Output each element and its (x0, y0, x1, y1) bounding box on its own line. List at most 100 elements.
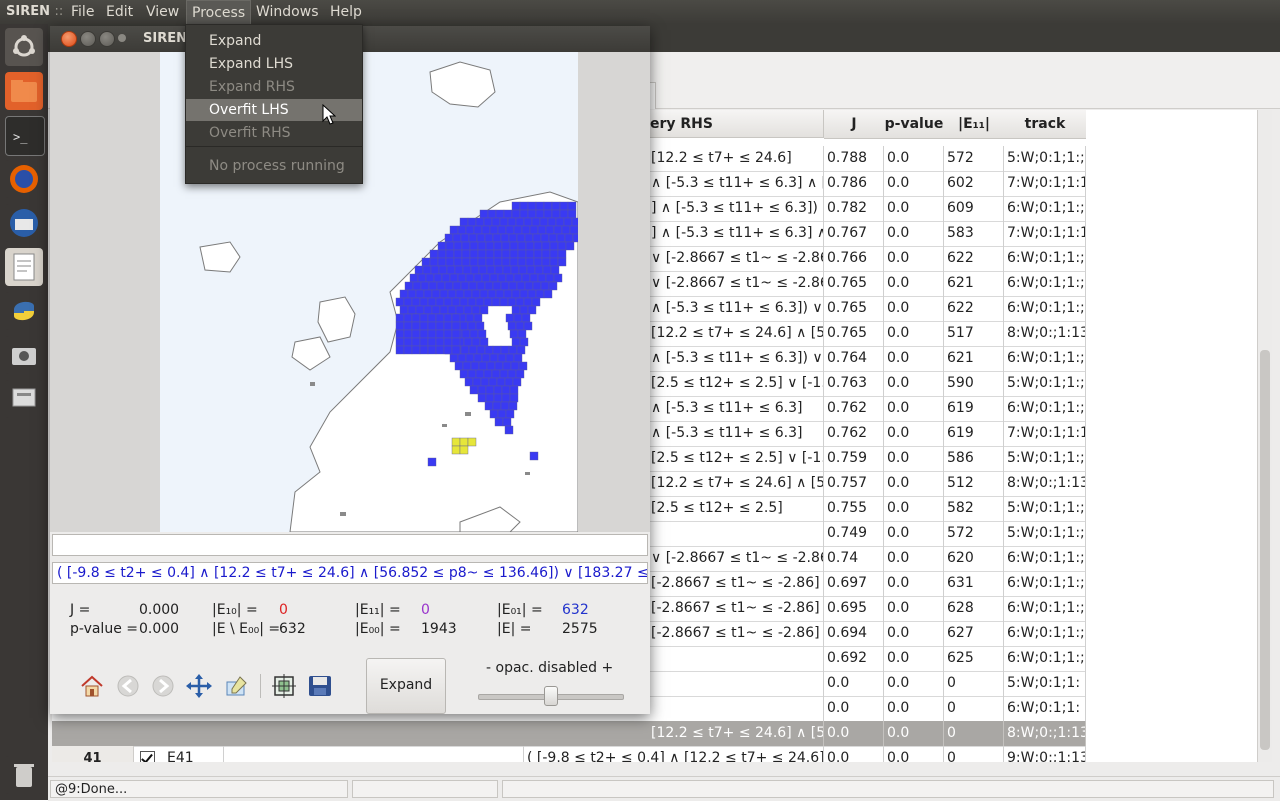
row-j: 0.749 (824, 521, 884, 546)
table-row[interactable]: [12.2 ≤ t7+ ≤ 24.6] ∧ [56 0.0 0.0 0 8:W;0:;1… (52, 721, 1086, 747)
dash-icon[interactable] (5, 28, 43, 66)
text-editor-icon[interactable] (5, 248, 43, 286)
menu-process[interactable]: Process (186, 0, 252, 24)
map-cell (491, 217, 501, 227)
row-query-rhs: ] ∧ [-5.3 ≤ t11+ ≤ 6.3]) ∨ [ (648, 196, 824, 221)
row-pvalue: 0.0 (884, 271, 944, 296)
row-enabled-checkbox[interactable] (140, 751, 155, 762)
map-cell (503, 289, 513, 299)
row-query-rhs: [-2.8667 ≤ t1~ ≤ -2.86] ∨ (648, 596, 824, 621)
row-e11: 590 (944, 371, 1004, 396)
pan-icon[interactable] (185, 674, 213, 698)
terminal-icon[interactable]: >_ (5, 116, 45, 156)
menu-windows[interactable]: Windows (251, 0, 324, 24)
subplots-icon[interactable] (270, 674, 298, 698)
map-cell (452, 233, 462, 243)
menu-file[interactable]: File (66, 0, 99, 24)
forward-icon[interactable] (149, 674, 177, 698)
map-cell (411, 329, 421, 339)
home-icon[interactable] (78, 674, 106, 698)
map-cell (451, 337, 461, 347)
map-cell (491, 369, 501, 379)
files-icon[interactable] (5, 72, 43, 110)
map-cell (509, 249, 519, 259)
map-cell (395, 313, 405, 323)
map-cell (454, 361, 464, 371)
trash-icon[interactable] (5, 756, 43, 794)
row-pvalue: 0.0 (884, 621, 944, 646)
query-input[interactable] (52, 534, 648, 556)
window-menu-icon[interactable] (118, 34, 126, 42)
python-icon[interactable] (5, 292, 43, 330)
maximize-icon[interactable] (99, 31, 115, 47)
map-cell (519, 337, 529, 347)
map-cell (505, 225, 515, 235)
map-cell (527, 305, 537, 315)
menu-edit[interactable]: Edit (101, 0, 138, 24)
column-header-j[interactable]: J (824, 110, 885, 139)
row-j: 0.697 (824, 571, 884, 596)
menu-item-expand-lhs[interactable]: Expand LHS (186, 53, 362, 75)
map-cell (524, 233, 534, 243)
menu-item-expand[interactable]: Expand (186, 30, 362, 52)
map-cell (459, 321, 469, 331)
map-cell (525, 257, 535, 267)
map-cell (443, 297, 453, 307)
map-cell (443, 345, 453, 355)
row-pvalue: 0.0 (884, 346, 944, 371)
column-header-e11[interactable]: |E₁₁| (944, 110, 1005, 139)
opacity-slider-handle[interactable] (544, 686, 558, 706)
map-cell (475, 321, 485, 331)
e11-value: 0 (421, 602, 430, 618)
table-row[interactable]: 41 E41 ( [-9.8 ≤ t2+ ≤ 0.4] ∧ [12.2 ≤ t7+ … (52, 746, 1086, 762)
map-cell (541, 249, 551, 259)
opacity-label: - opac. disabled + (486, 660, 614, 676)
row-j: 0.695 (824, 596, 884, 621)
configure-icon[interactable] (222, 674, 250, 698)
camera-icon[interactable] (5, 336, 43, 374)
row-pvalue: 0.0 (884, 246, 944, 271)
map-cell (475, 217, 485, 227)
e11-label: |E₁₁| = (355, 602, 401, 618)
row-query-rhs: [-2.8667 ≤ t1~ ≤ -2.86] (648, 621, 824, 646)
map-cell (481, 273, 491, 283)
map-cell (453, 241, 463, 251)
map-cell (494, 361, 504, 371)
menu-help[interactable]: Help (325, 0, 367, 24)
row-query-rhs: ∧ [-5.3 ≤ t11+ ≤ 6.3] ∧ [5 (648, 171, 824, 196)
column-header-pvalue[interactable]: p-value (884, 110, 945, 139)
display-icon[interactable] (5, 380, 43, 418)
menu-view[interactable]: View (141, 0, 184, 24)
back-icon[interactable] (114, 674, 142, 698)
column-header-track[interactable]: track (1004, 110, 1086, 139)
thunderbird-icon[interactable] (5, 204, 43, 242)
query-display[interactable]: ( [-9.8 ≤ t2+ ≤ 0.4] ∧ [12.2 ≤ t7+ ≤ 24.… (52, 562, 648, 584)
vertical-scrollbar[interactable] (1257, 110, 1272, 762)
map-cell (467, 297, 477, 307)
row-number[interactable]: 41 (52, 746, 134, 762)
map-cell (470, 361, 480, 371)
row-e11: 517 (944, 321, 1004, 346)
row-pvalue: 0.0 (884, 496, 944, 521)
row-track: 7:W;0:1;1:18 (1004, 421, 1086, 446)
map-cell-yellow (451, 437, 461, 447)
map-cell (494, 417, 504, 427)
close-icon[interactable] (61, 31, 77, 47)
map-cell (486, 265, 496, 275)
row-j: 0.755 (824, 496, 884, 521)
map-cell (511, 289, 521, 299)
minimize-icon[interactable] (80, 31, 96, 47)
map-cell (465, 273, 475, 283)
map-cell (509, 385, 519, 395)
row-query-rhs: [12.2 ≤ t7+ ≤ 24.6] ∧ [56 (648, 471, 824, 496)
map-cell (415, 305, 425, 315)
map-cell (485, 249, 495, 259)
map-cell (477, 329, 487, 339)
save-icon[interactable] (306, 674, 334, 698)
firefox-icon[interactable] (5, 160, 43, 198)
row-query: ( [-9.8 ≤ t2+ ≤ 0.4] ∧ [12.2 ≤ t7+ ≤ 24.… (524, 746, 824, 762)
map-cell (519, 305, 529, 315)
scrollbar-thumb[interactable] (1260, 350, 1270, 750)
expand-button[interactable]: Expand (366, 658, 446, 714)
map-cell (492, 233, 502, 243)
